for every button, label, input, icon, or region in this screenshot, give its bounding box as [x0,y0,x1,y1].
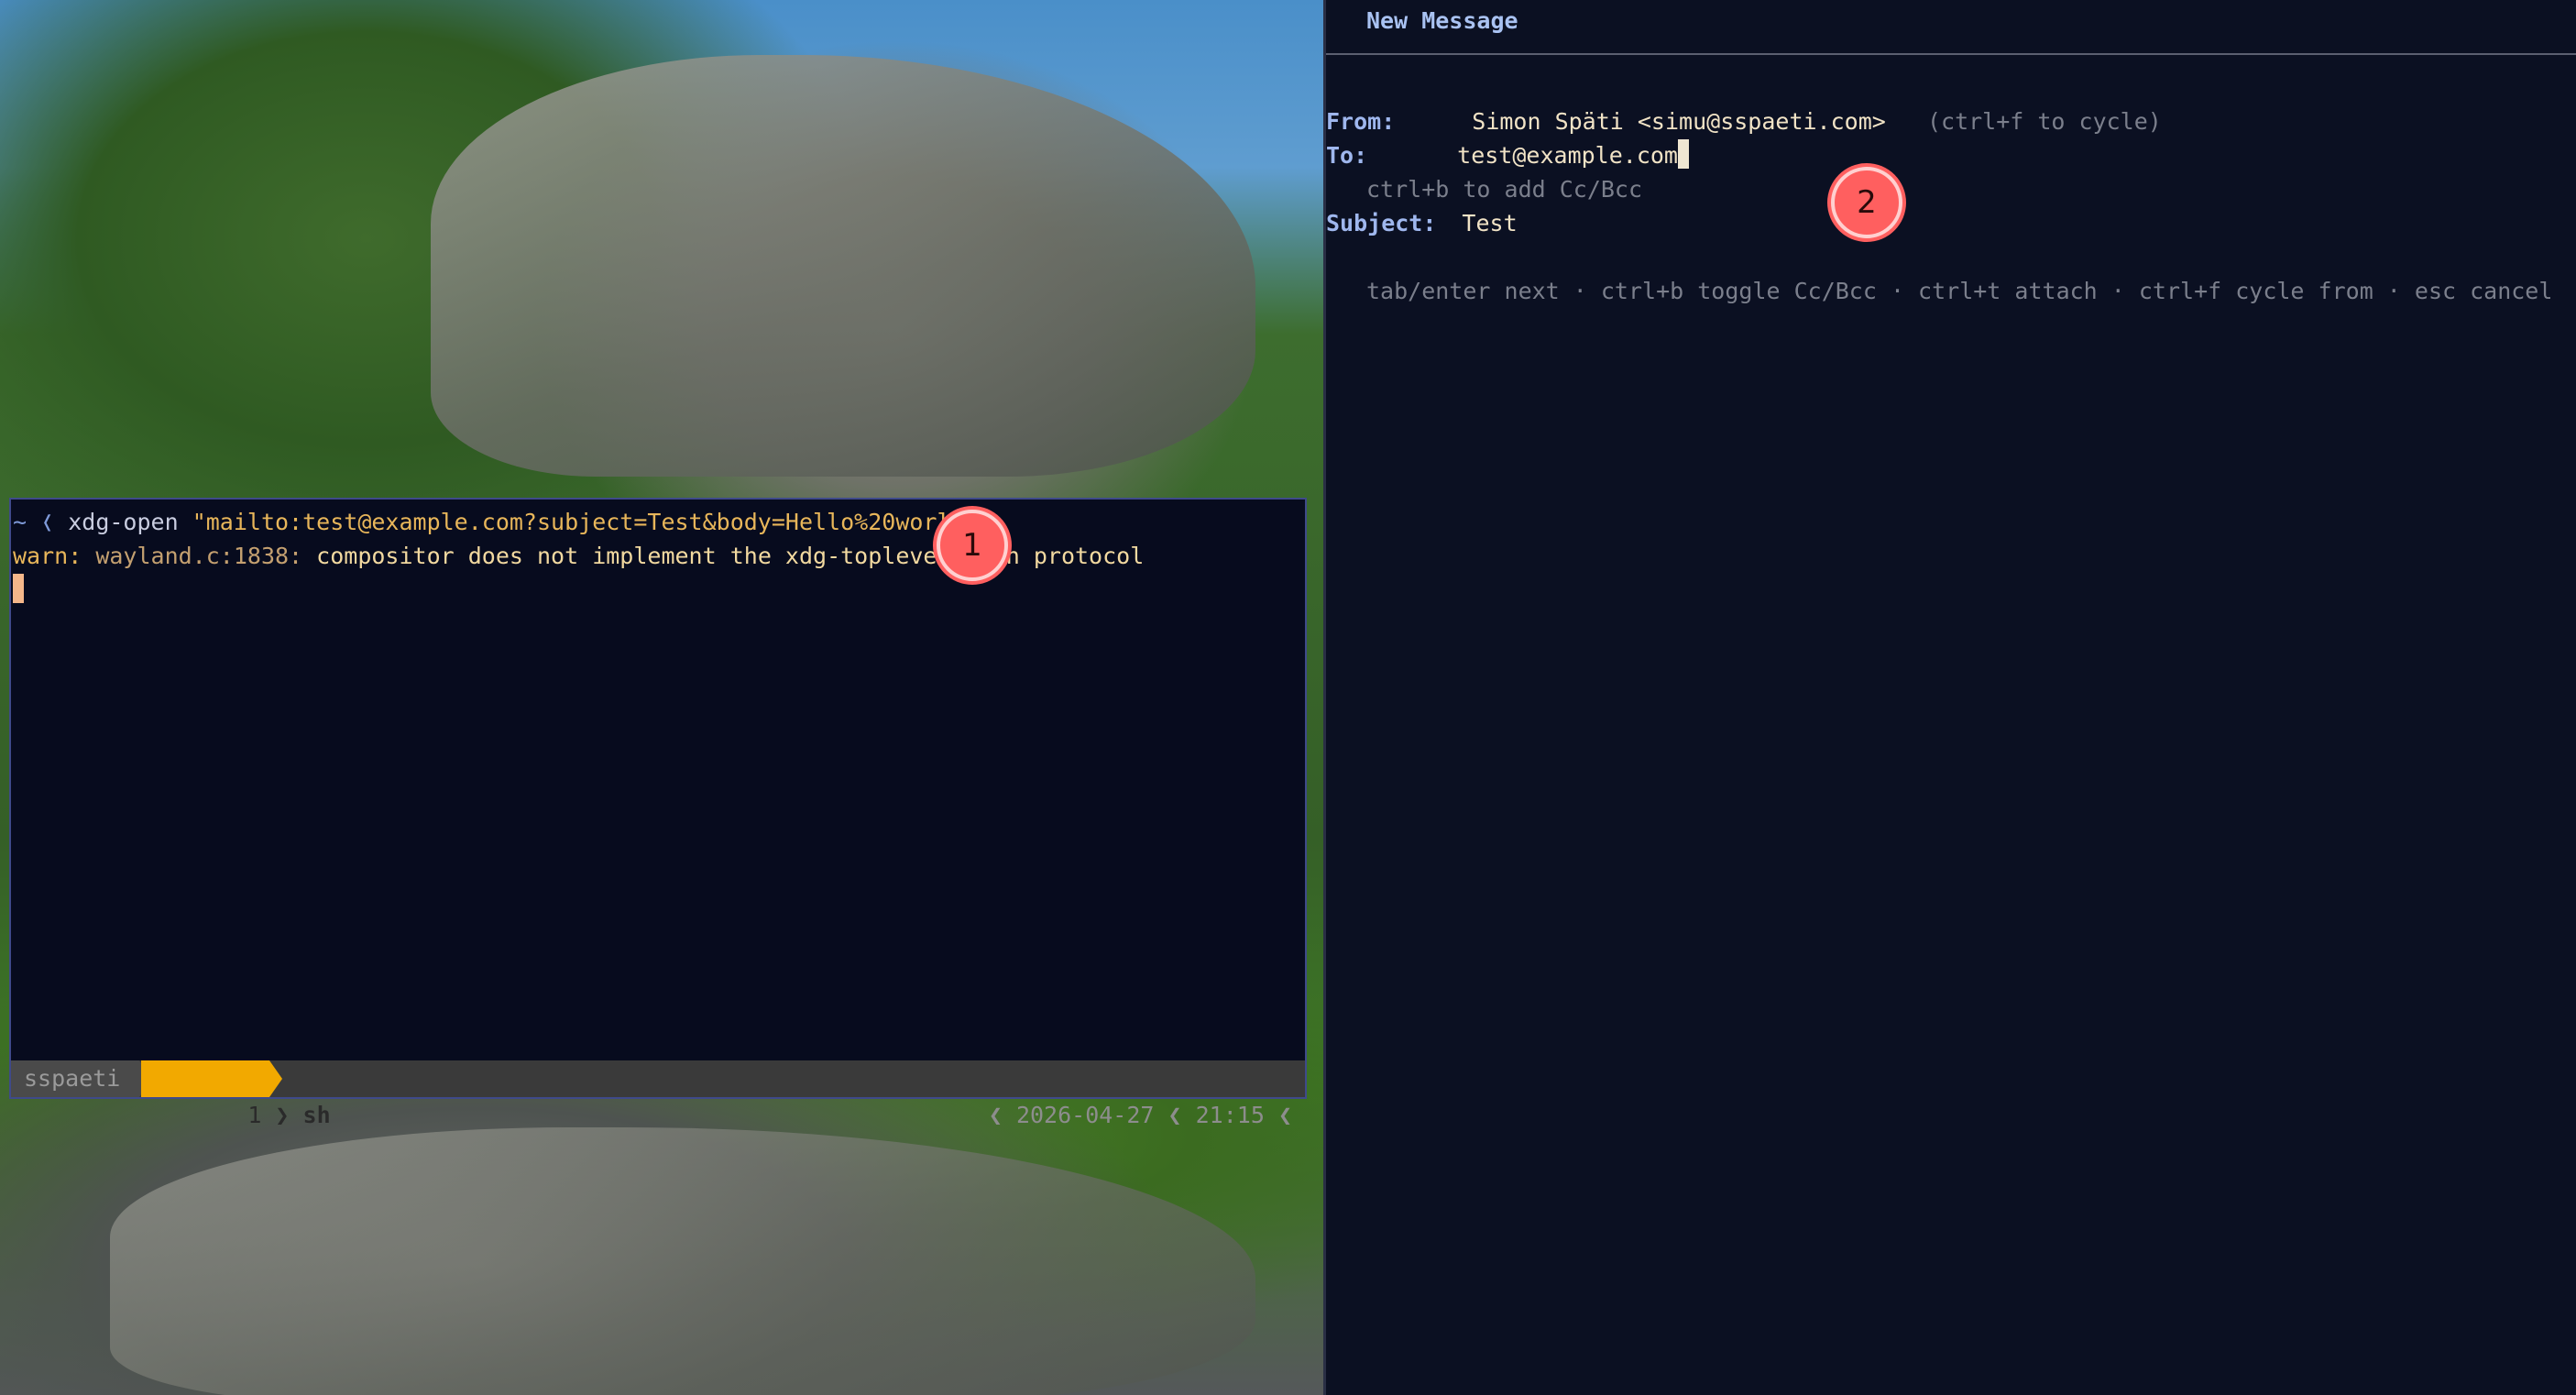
window-name: sh [302,1102,331,1128]
window-separator-icon [269,1060,282,1097]
status-datetime: ❮ 2026-04-27 ❮ 21:15 ❮ [906,1060,1292,1128]
command-line: ~ ❬ xdg-open "mailto:test@example.com?su… [13,505,1305,539]
annotation-marker-1: 1 [937,510,1008,581]
command-name: xdg-open [68,509,179,535]
compose-pane[interactable]: New Message From: Simon Späti <simu@sspae… [1323,0,2576,1395]
window-index: 1 [247,1102,262,1128]
terminal-output: ~ ❬ xdg-open "mailto:test@example.com?su… [11,505,1305,607]
annotation-marker-2: 2 [1831,167,1902,238]
warn-source: wayland.c:1838: [95,543,303,569]
cc-hint: ctrl+b to add Cc/Bcc [1366,176,1643,203]
title-divider [1326,53,2576,55]
from-label: From: [1326,108,1396,135]
tmux-statusbar: sspaeti 1 ❯ sh ❮ 2026-04-27 ❮ 21:15 ❮ [11,1060,1305,1128]
terminal-cursor [13,574,24,603]
warn-label: warn: [13,543,82,569]
to-label: To: [1326,142,1368,169]
status-time: 21:15 [1195,1102,1265,1128]
terminal-window[interactable]: ~ ❬ xdg-open "mailto:test@example.com?su… [9,498,1307,1128]
warn-message: compositor does not implement the xdg-to… [316,543,1145,569]
command-argument: "mailto:test@example.com?subject=Test&bo… [192,509,979,535]
input-line[interactable] [13,573,1305,607]
from-hint: (ctrl+f to cycle) [1926,108,2162,135]
chevron-right-icon: ❯ [261,1102,303,1128]
from-field[interactable]: From: Simon Späti <simu@sspaeti.com> (ctr… [1326,104,2162,138]
subject-field[interactable]: Subject: Test [1326,206,1518,240]
from-value[interactable]: Simon Späti <simu@sspaeti.com> [1472,108,1886,135]
status-date: 2026-04-27 [1015,1102,1155,1128]
session-name[interactable]: sspaeti [11,1060,139,1097]
wallpaper-rocks [110,1127,1255,1395]
wallpaper-cliff [431,55,1255,477]
warning-line: warn: wayland.c:1838: compositor does no… [13,539,1305,573]
to-field[interactable]: To: test@example.com [1326,138,1689,172]
active-window-tab[interactable]: 1 ❯ sh [141,1060,331,1128]
keybinding-hints: tab/enter next · ctrl+b toggle Cc/Bcc · … [1366,278,2553,304]
text-caret [1677,139,1689,169]
subject-label: Subject: [1326,210,1437,236]
prompt-symbol: ~ ❬ [13,509,55,535]
chevron-left-icon: ❮ [988,1102,1016,1128]
to-input[interactable]: test@example.com [1457,142,1678,169]
chevron-left-icon: ❮ [1154,1102,1196,1128]
subject-input[interactable]: Test [1462,210,1517,236]
compose-title: New Message [1366,7,1518,34]
chevron-left-icon: ❮ [1264,1102,1292,1128]
